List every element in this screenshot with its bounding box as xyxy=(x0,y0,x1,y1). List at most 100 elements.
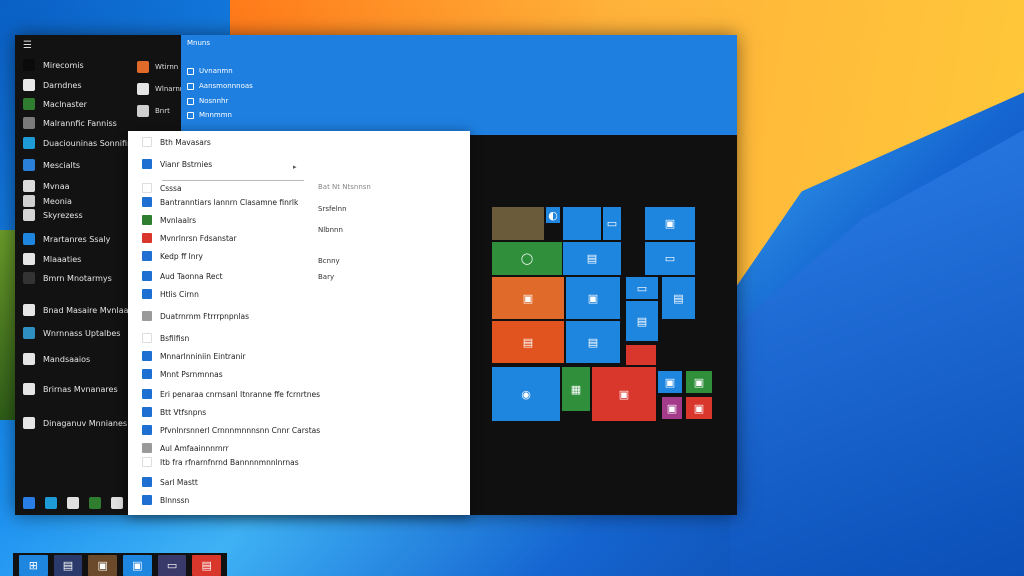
start-button[interactable]: ⊞ xyxy=(19,555,48,576)
popup-menu-item[interactable]: Blnnssn xyxy=(142,493,189,507)
popup-menu-item-label: Vianr Bstrnies xyxy=(160,159,213,169)
money-tile[interactable]: ▤ xyxy=(662,277,695,319)
pictures-icon[interactable] xyxy=(67,497,79,509)
mid-pinned-item[interactable]: Wlnarnn xyxy=(137,81,184,97)
flipboard-tile[interactable]: ▣ xyxy=(592,367,656,421)
rail-item[interactable]: Wnrnnass Uptalbes xyxy=(23,325,120,341)
office-tile[interactable] xyxy=(563,207,601,240)
hamburger-icon[interactable]: ☰ xyxy=(23,40,35,52)
rail-item[interactable]: Dinaganuv Mnnianes xyxy=(23,415,127,431)
powerpoint-tile[interactable]: ▤ xyxy=(492,321,564,363)
camera-tile[interactable]: ▣ xyxy=(658,371,682,393)
popup-menu-item[interactable]: Eri penaraa cnrnsanl Itnranne ffe fcrnrt… xyxy=(142,387,320,401)
app-icon xyxy=(23,209,35,221)
mail-taskbar-icon[interactable]: ▭ xyxy=(157,555,187,576)
onenote-tile[interactable]: ▣ xyxy=(686,397,712,419)
popup-menu-item[interactable]: Mnnarlnniniin Eintranir xyxy=(142,349,246,363)
popup-menu-item-label: Mvnrlnrsn Fdsanstar xyxy=(160,233,237,243)
popup-menu-item-label: Bantranntiars lannrn Clasamne finrlk xyxy=(160,197,299,207)
photo-tile[interactable] xyxy=(492,207,544,240)
popup-right-label[interactable]: Bcnny xyxy=(318,257,340,265)
edge-tile[interactable]: ◐ xyxy=(546,207,560,223)
link-icon xyxy=(187,97,194,105)
popup-menu-item[interactable]: Htlis Cirnn xyxy=(142,287,199,301)
popup-menu-item[interactable]: Kedp ff lnry xyxy=(142,249,203,263)
popup-menu-item[interactable]: Pfvnlnrsnnerl Crnnnmnnnsnn Cnnr Carstas xyxy=(142,423,320,437)
blue-panel-link[interactable]: Nosnnhr xyxy=(187,95,228,107)
groove-tile[interactable]: ▣ xyxy=(662,397,682,419)
popup-menu-item-label: Kedp ff lnry xyxy=(160,251,203,261)
rail-item[interactable]: Skyrezess xyxy=(23,207,83,223)
app-icon xyxy=(23,417,35,429)
popup-menu-item[interactable]: Itb fra rfnarnfnrnd Bannnnmnnlnrnas xyxy=(142,455,299,469)
rail-bottom-icons xyxy=(23,497,123,509)
popup-menu-item[interactable]: Bantranntiars lannrn Clasamne finrlk xyxy=(142,195,298,209)
popup-menu-item-label: Blnnssn xyxy=(160,495,190,505)
rail-item[interactable]: Maclnaster xyxy=(23,96,87,112)
xbox-tile[interactable]: ▣ xyxy=(686,371,712,393)
popup-menu-item[interactable]: Aud Taonna Rect xyxy=(142,269,223,283)
mid-pinned-item[interactable]: Wtirnn xyxy=(137,59,178,75)
store-taskbar-icon[interactable]: ▣ xyxy=(123,555,152,576)
mail-tile[interactable]: ▭ xyxy=(603,207,621,240)
popup-menu-item[interactable]: Vianr Bstrnies xyxy=(142,157,212,171)
popup-menu-item[interactable]: Bsfilfisn xyxy=(142,331,189,345)
popup-menu-item[interactable]: Btt Vtfsnpns xyxy=(142,405,206,419)
rail-item[interactable]: Mvnaa xyxy=(23,178,70,194)
popup-right-label[interactable]: Srsfelnn xyxy=(318,205,347,213)
blue-panel-link[interactable]: Uvnanmn xyxy=(187,65,233,77)
weather-tile[interactable]: ▭ xyxy=(645,242,695,275)
settings-icon[interactable] xyxy=(89,497,101,509)
search-button[interactable]: ▤ xyxy=(53,555,83,576)
store-tile[interactable]: ▣ xyxy=(645,207,695,240)
blue-panel-link[interactable]: Mnnmmn xyxy=(187,109,232,121)
popup-right-label[interactable]: Bary xyxy=(318,273,334,281)
popup-menu-item[interactable]: Duatrnrnm Ftrrrpnpnlas xyxy=(142,309,249,323)
power-icon[interactable] xyxy=(111,497,123,509)
popup-menu-item[interactable]: Sarl Mastt xyxy=(142,475,198,489)
popup-menu-item[interactable]: Aul Amfaainnnrnrr xyxy=(142,441,229,455)
popup-right-label[interactable]: Bat Nt Ntsnnsn xyxy=(318,183,371,191)
menu-item-icon xyxy=(142,233,152,243)
rail-item[interactable]: Malrannfic Fanniss xyxy=(23,115,117,131)
popup-menu-item[interactable]: Csssa xyxy=(142,181,182,195)
popup-menu-item[interactable]: Mvnlaalrs xyxy=(142,213,196,227)
rail-item[interactable]: Mirecomis xyxy=(23,57,84,73)
popup-menu-item-label: Mnnarlnniniin Eintranir xyxy=(160,351,246,361)
rail-item[interactable]: Mescialts xyxy=(23,157,80,173)
news-tile[interactable]: ▤ xyxy=(563,242,621,275)
rail-item[interactable]: Mlaaaties xyxy=(23,251,81,267)
link-icon xyxy=(187,82,194,90)
calendar-tile[interactable]: ▭ xyxy=(626,277,658,299)
popup-right-label[interactable]: Nlbnnn xyxy=(318,226,343,234)
rail-item[interactable]: Bmrn Mnotarmys xyxy=(23,270,112,286)
popup-menu-item[interactable]: Bth Mavasars xyxy=(142,135,211,149)
blue-panel-link-label: Mnnmmn xyxy=(199,111,232,119)
menu-item-icon xyxy=(142,215,152,225)
link-icon xyxy=(187,67,194,75)
rail-item-label: Mvnaa xyxy=(43,181,70,191)
rail-item[interactable]: Darndnes xyxy=(23,77,82,93)
user-icon[interactable] xyxy=(23,497,35,509)
rail-item[interactable]: Mrartanres Ssaly xyxy=(23,231,110,247)
people-tile[interactable]: ▣ xyxy=(566,277,620,319)
app-icon xyxy=(23,98,35,110)
rail-item[interactable]: Mandsaaios xyxy=(23,351,90,367)
documents-icon[interactable] xyxy=(45,497,57,509)
rail-item[interactable]: Brirnas Mvnanares xyxy=(23,381,118,397)
word-tile[interactable]: ▤ xyxy=(626,301,658,341)
maps-tile[interactable]: ◯ xyxy=(492,242,562,275)
red-tile[interactable] xyxy=(626,345,656,365)
rail-item-label: Mescialts xyxy=(43,160,81,170)
mid-pinned-item[interactable]: Bnrt xyxy=(137,103,170,119)
office-taskbar-icon[interactable]: ▤ xyxy=(192,555,222,576)
popup-menu-item[interactable]: Mvnrlnrsn Fdsanstar xyxy=(142,231,237,245)
excel-tile[interactable]: ▦ xyxy=(562,367,590,411)
popup-menu-item[interactable]: Mnnt Psrnmnnas xyxy=(142,367,223,381)
calculator-tile[interactable]: ▤ xyxy=(566,321,620,363)
photos-taskbar-icon[interactable]: ▣ xyxy=(88,555,118,576)
blue-panel-link[interactable]: Aansmonnnoas xyxy=(187,80,253,92)
rail-item[interactable]: Duaciouninas Sonnifinas xyxy=(23,135,141,151)
photos-tile[interactable]: ▣ xyxy=(492,277,564,319)
skype-tile[interactable]: ◉ xyxy=(492,367,560,421)
